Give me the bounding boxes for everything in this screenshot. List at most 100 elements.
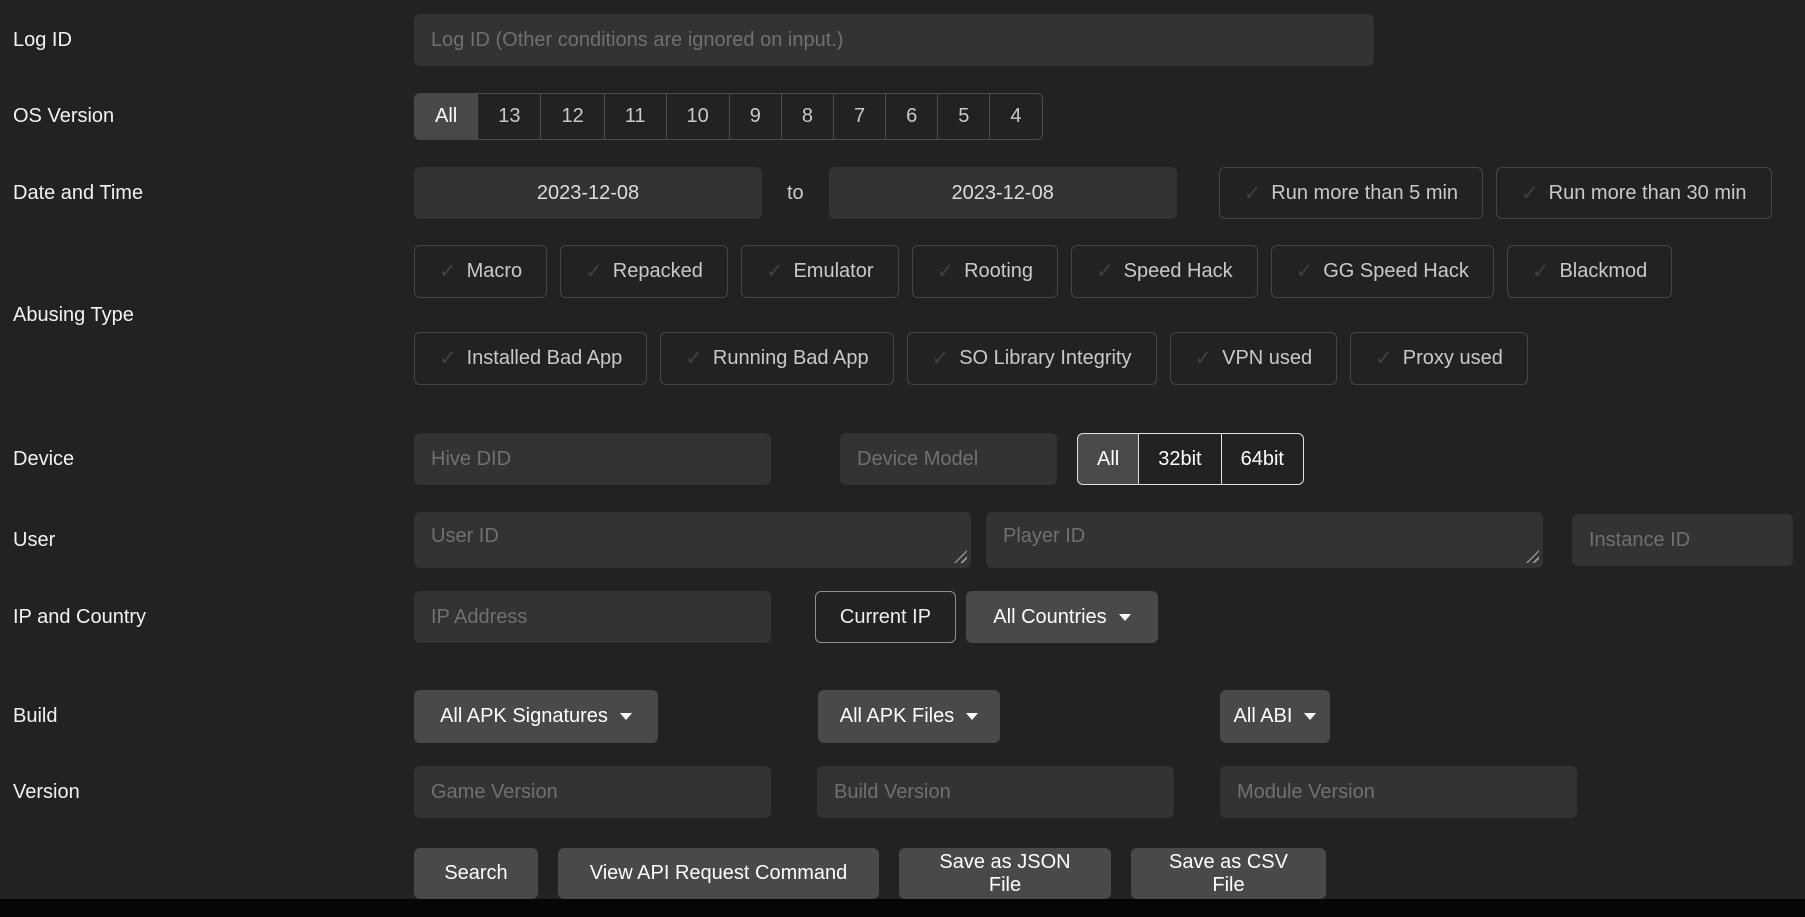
abusing-type-label-text: Proxy used — [1403, 347, 1503, 370]
game-version-input[interactable] — [414, 766, 771, 818]
os-version-option[interactable]: 11 — [604, 93, 667, 140]
search-button[interactable]: Search — [414, 848, 538, 899]
abusing-type-checkbox[interactable]: ✓ GG Speed Hack — [1271, 245, 1494, 298]
abusing-type-checkbox[interactable]: ✓ Proxy used — [1350, 332, 1528, 385]
abusing-type-checkbox[interactable]: ✓ Macro — [414, 245, 547, 298]
abusing-type-checkbox[interactable]: ✓ Rooting — [912, 245, 1059, 298]
runtime-toggles: ✓ Run more than 5 min ✓ Run more than 30… — [1219, 167, 1772, 219]
abusing-type-label-text: Macro — [467, 260, 523, 283]
module-version-input[interactable] — [1220, 766, 1577, 818]
row-date-time: Date and Time to ✓ Run more than 5 min ✓… — [0, 167, 1805, 219]
countries-dropdown[interactable]: All Countries — [966, 591, 1158, 643]
bit-option[interactable]: 32bit — [1138, 433, 1221, 485]
bit-option[interactable]: All — [1077, 433, 1139, 485]
log-search-form: Log ID OS Version All 13 12 11 10 9 — [0, 0, 1805, 917]
device-model-input[interactable] — [840, 433, 1057, 485]
abusing-type-checkbox[interactable]: ✓ Repacked — [560, 245, 728, 298]
abusing-type-checkbox[interactable]: ✓ Emulator — [741, 245, 899, 298]
instance-id-input[interactable] — [1572, 514, 1793, 566]
check-icon: ✓ — [439, 346, 457, 371]
row-device: Device All 32bit 64bit — [0, 433, 1805, 485]
os-version-option[interactable]: All — [414, 93, 478, 140]
os-version-option[interactable]: 10 — [666, 93, 730, 140]
row-version: Version — [0, 766, 1805, 818]
os-version-option[interactable]: 13 — [477, 93, 541, 140]
os-version-option-label: 5 — [958, 105, 969, 128]
abusing-type-label-text: SO Library Integrity — [959, 347, 1131, 370]
bit-option[interactable]: 64bit — [1221, 433, 1304, 485]
abusing-type-checkbox[interactable]: ✓ SO Library Integrity — [907, 332, 1157, 385]
runtime-toggle-checkbox[interactable]: ✓ Run more than 5 min — [1219, 167, 1483, 219]
row-user: User — [0, 512, 1805, 568]
check-icon: ✓ — [1195, 346, 1213, 371]
abi-label: All ABI — [1234, 705, 1293, 728]
abusing-type-checkbox[interactable]: ✓ Running Bad App — [660, 332, 893, 385]
os-version-option[interactable]: 5 — [937, 93, 990, 140]
user-label: User — [0, 529, 414, 552]
os-version-option[interactable]: 12 — [540, 93, 604, 140]
os-version-option[interactable]: 9 — [729, 93, 782, 140]
abusing-type-label-text: Repacked — [613, 260, 703, 283]
apk-signatures-dropdown[interactable]: All APK Signatures — [414, 690, 658, 743]
check-icon: ✓ — [1521, 181, 1539, 206]
abusing-type-label-text: Rooting — [964, 260, 1033, 283]
section-abusing-type: Abusing Type ✓ Macro ✓ Repacked ✓ Emulat… — [0, 245, 1805, 385]
abusing-type-checkbox[interactable]: ✓ Installed Bad App — [414, 332, 647, 385]
player-id-textarea[interactable] — [986, 512, 1543, 568]
current-ip-button[interactable]: Current IP — [815, 591, 956, 643]
row-actions: Search View API Request Command Save as … — [0, 848, 1805, 899]
os-version-option-label: 4 — [1010, 105, 1021, 128]
abusing-type-label: Abusing Type — [0, 304, 414, 327]
device-label: Device — [0, 448, 414, 471]
save-as-json-button[interactable]: Save as JSON File — [899, 848, 1111, 899]
bit-option-label: All — [1097, 448, 1119, 471]
abusing-type-rows: ✓ Macro ✓ Repacked ✓ Emulator ✓ Rooting … — [414, 245, 1672, 385]
os-version-option-label: All — [435, 105, 457, 128]
check-icon: ✓ — [585, 259, 603, 284]
chevron-down-icon — [620, 713, 632, 720]
save-as-csv-button[interactable]: Save as CSV File — [1131, 848, 1326, 899]
apk-files-dropdown[interactable]: All APK Files — [818, 690, 1000, 743]
abusing-type-label-text: Emulator — [793, 260, 873, 283]
os-version-option[interactable]: 6 — [885, 93, 938, 140]
row-build: Build All APK Signatures All APK Files A… — [0, 690, 1805, 743]
os-version-option[interactable]: 8 — [781, 93, 834, 140]
hive-did-input[interactable] — [414, 433, 771, 485]
check-icon: ✓ — [766, 259, 784, 284]
check-icon: ✓ — [1096, 259, 1114, 284]
abusing-type-checkbox[interactable]: ✓ Blackmod — [1507, 245, 1672, 298]
os-version-option-label: 10 — [687, 105, 709, 128]
check-icon: ✓ — [1532, 259, 1550, 284]
date-to-input[interactable] — [829, 167, 1177, 219]
row-os-version: OS Version All 13 12 11 10 9 8 7 — [0, 93, 1805, 140]
date-from-input[interactable] — [414, 167, 762, 219]
runtime-toggle-checkbox[interactable]: ✓ Run more than 30 min — [1496, 167, 1772, 219]
check-icon: ✓ — [932, 346, 950, 371]
user-id-textarea[interactable] — [414, 512, 971, 568]
log-id-label: Log ID — [0, 29, 414, 52]
date-separator: to — [787, 182, 804, 205]
check-icon: ✓ — [1296, 259, 1314, 284]
os-version-option-label: 9 — [750, 105, 761, 128]
os-version-option-label: 7 — [854, 105, 865, 128]
abusing-type-label-text: Blackmod — [1559, 260, 1647, 283]
date-time-label: Date and Time — [0, 182, 414, 205]
view-api-request-command-button[interactable]: View API Request Command — [558, 848, 879, 899]
os-version-option-label: 12 — [561, 105, 583, 128]
runtime-toggle-label: Run more than 30 min — [1549, 182, 1747, 205]
os-version-label: OS Version — [0, 105, 414, 128]
player-id-wrap — [986, 512, 1543, 568]
bit-option-label: 64bit — [1241, 448, 1284, 471]
build-version-input[interactable] — [817, 766, 1174, 818]
abusing-type-checkbox[interactable]: ✓ VPN used — [1170, 332, 1338, 385]
abi-dropdown[interactable]: All ABI — [1220, 690, 1330, 743]
ip-country-label: IP and Country — [0, 606, 414, 629]
os-version-option-label: 13 — [498, 105, 520, 128]
os-version-option[interactable]: 4 — [989, 93, 1042, 140]
os-version-option[interactable]: 7 — [833, 93, 886, 140]
ip-address-input[interactable] — [414, 591, 771, 643]
os-version-group: All 13 12 11 10 9 8 7 6 5 — [414, 93, 1043, 140]
os-version-option-label: 11 — [625, 105, 646, 128]
log-id-input[interactable] — [414, 14, 1374, 66]
abusing-type-checkbox[interactable]: ✓ Speed Hack — [1071, 245, 1258, 298]
